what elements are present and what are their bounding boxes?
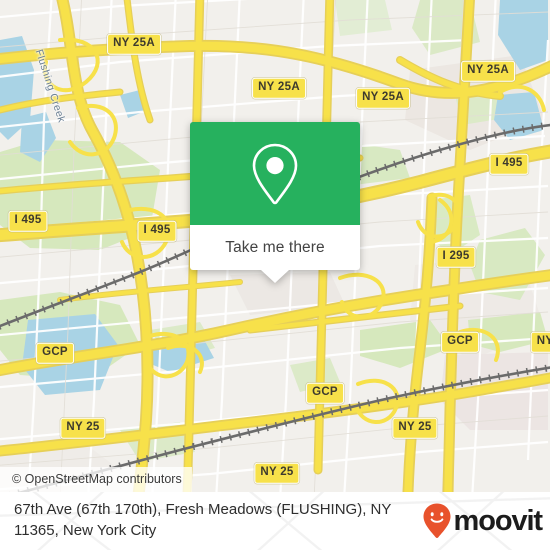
map-screenshot: Flushing Creek NY 25A NY 25A NY 25A NY 2…	[0, 0, 550, 550]
popup-action-area[interactable]: Take me there	[190, 225, 360, 270]
popup-icon-area	[190, 122, 360, 225]
moovit-wordmark: moovit	[453, 504, 544, 537]
shield-ny-25a-2[interactable]: NY 25A	[252, 77, 306, 99]
shield-i-495-1[interactable]: I 495	[8, 210, 48, 232]
shield-ny-clipped[interactable]: NY	[530, 331, 550, 353]
shield-gcp-1[interactable]: GCP	[36, 342, 74, 364]
take-me-there-label: Take me there	[225, 238, 325, 256]
shield-gcp-2[interactable]: GCP	[306, 382, 344, 404]
moovit-smiley-pin-icon	[423, 503, 451, 539]
shield-ny-25a-4[interactable]: NY 25A	[461, 60, 515, 82]
shield-i-495-3[interactable]: I 495	[489, 153, 529, 175]
shield-ny-25-2[interactable]: NY 25	[392, 417, 438, 439]
osm-attribution[interactable]: © OpenStreetMap contributors	[0, 467, 192, 492]
footer-bar: 67th Ave (67th 170th), Fresh Meadows (FL…	[0, 492, 550, 550]
location-pin-icon	[252, 143, 298, 204]
shield-i-295[interactable]: I 295	[436, 246, 476, 268]
shield-i-495-2[interactable]: I 495	[137, 220, 177, 242]
shield-ny-25-3[interactable]: NY 25	[254, 462, 300, 484]
shield-ny-25-1[interactable]: NY 25	[60, 417, 106, 439]
shield-ny-25a-3[interactable]: NY 25A	[356, 87, 410, 109]
moovit-brand-logo[interactable]: moovit	[422, 502, 544, 540]
shield-gcp-3[interactable]: GCP	[441, 331, 479, 353]
map-popup-card[interactable]: Take me there	[190, 122, 360, 283]
station-address-label: 67th Ave (67th 170th), Fresh Meadows (FL…	[14, 501, 392, 539]
popup-pointer-tail	[261, 270, 289, 283]
shield-ny-25a-1[interactable]: NY 25A	[107, 33, 161, 55]
